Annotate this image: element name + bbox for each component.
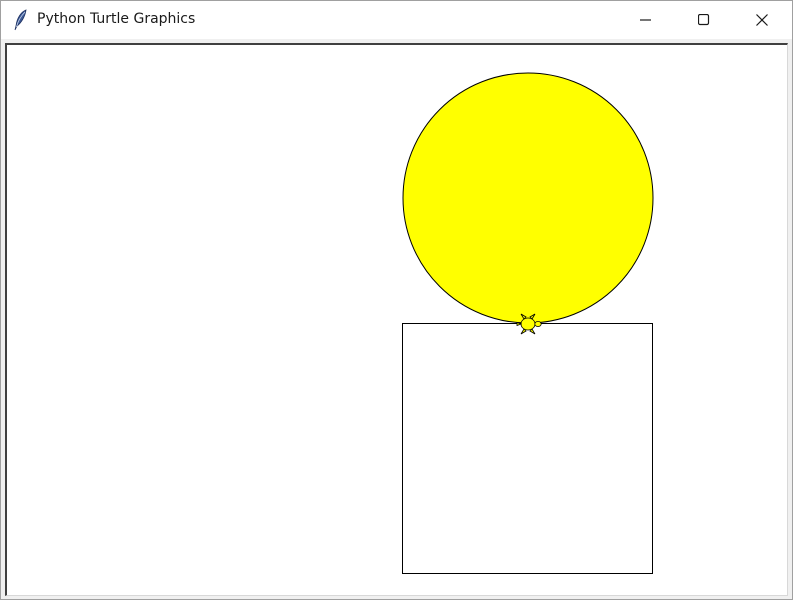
maximize-button[interactable] bbox=[676, 1, 732, 39]
yellow-circle bbox=[402, 72, 654, 324]
minimize-icon bbox=[640, 14, 652, 26]
close-button[interactable] bbox=[734, 1, 790, 39]
square-outline bbox=[402, 323, 653, 574]
minimize-button[interactable] bbox=[618, 1, 674, 39]
turtle-canvas-frame[interactable] bbox=[5, 43, 788, 596]
maximize-icon bbox=[698, 14, 710, 26]
window-title: Python Turtle Graphics bbox=[37, 11, 196, 27]
title-bar[interactable]: Python Turtle Graphics bbox=[1, 1, 792, 39]
close-icon bbox=[756, 14, 768, 26]
feather-icon bbox=[12, 9, 30, 31]
turtle-window: Python Turtle Graphics bbox=[0, 0, 793, 600]
canvas-background bbox=[7, 45, 787, 595]
turtle-canvas[interactable] bbox=[7, 45, 788, 596]
